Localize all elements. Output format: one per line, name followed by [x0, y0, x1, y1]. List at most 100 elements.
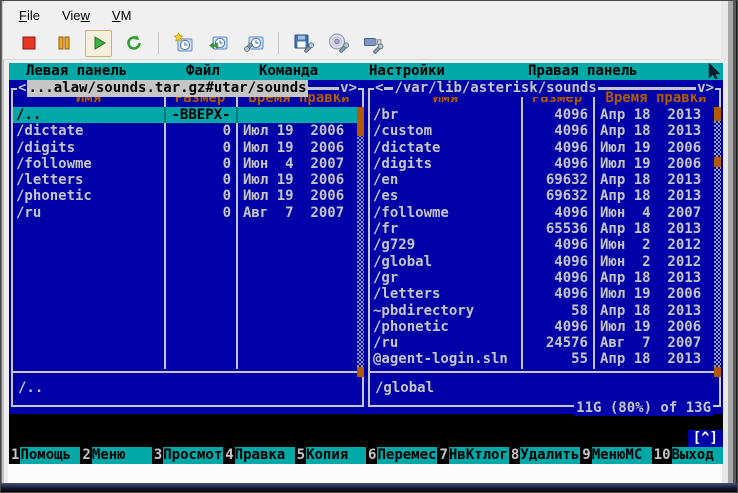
panel-history-dropdown-icon[interactable]: v> — [339, 80, 358, 97]
panel-scroll-indicator[interactable]: [^] — [688, 430, 723, 447]
panel-history-back-icon[interactable]: < — [374, 80, 384, 97]
file-row[interactable]: /en69632Апр 18 2013 — [370, 172, 719, 188]
fkey-8[interactable]: 8Удалить — [509, 447, 580, 464]
file-name: /digits — [13, 140, 164, 156]
scrollbar-thumb[interactable] — [357, 107, 364, 136]
file-size: 4096 — [521, 254, 593, 270]
file-mtime: Апр 18 2013 — [593, 351, 719, 367]
menu-accesskey: F — [19, 8, 27, 23]
play-icon — [90, 34, 108, 52]
disk-usage-label: 11G (80%) of 13G — [574, 400, 713, 416]
file-name: /gr — [370, 270, 521, 286]
menu-label-post: M — [121, 8, 132, 23]
file-mtime: Авг 7 2007 — [236, 205, 362, 221]
file-row[interactable]: /fr65536Апр 18 2013 — [370, 221, 719, 237]
menu-vm[interactable]: VM — [112, 8, 132, 23]
file-row[interactable]: /digits0Июл 19 2006 — [13, 140, 362, 156]
reset-button[interactable] — [120, 30, 147, 57]
fkey-label: Выход — [672, 447, 723, 464]
file-name: /followme — [13, 156, 164, 172]
fkey-9[interactable]: 9МенюМС — [580, 447, 651, 464]
panel-path[interactable]: /var/lib/asterisk/sounds — [393, 80, 597, 97]
fkey-10[interactable]: 10Выход — [652, 447, 723, 464]
mc-menu-item-2[interactable]: Команда — [259, 63, 318, 80]
mc-menu-item-4[interactable]: Правая панель — [528, 63, 638, 80]
menu-file[interactable]: File — [19, 8, 40, 23]
file-mtime: Июл 19 2006 — [236, 140, 362, 156]
fkey-7[interactable]: 7НвКтлог — [437, 447, 508, 464]
take-snapshot-button[interactable] — [170, 30, 197, 57]
mc-menu-item-1[interactable]: Файл — [186, 63, 220, 80]
revert-snapshot-button[interactable] — [205, 30, 232, 57]
panel-scrollbar[interactable] — [357, 107, 364, 369]
file-row[interactable]: /phonetic0Июл 19 2006 — [13, 188, 362, 204]
file-mtime: Июл 19 2006 — [236, 123, 362, 139]
file-row[interactable]: ~pbdirectory58Апр 18 2013 — [370, 303, 719, 319]
file-size: 4096 — [521, 319, 593, 335]
file-row[interactable]: /followme0Июн 4 2007 — [13, 156, 362, 172]
fkey-5[interactable]: 5Копия — [295, 447, 366, 464]
frame-dash — [598, 80, 696, 97]
file-row[interactable]: /g7294096Июн 2 2012 — [370, 237, 719, 253]
file-name: /phonetic — [13, 188, 164, 204]
usb-settings-button[interactable] — [360, 30, 387, 57]
right-panel: </var/lib/asterisk/soundsv>ИмяРазмерВрем… — [366, 80, 723, 407]
file-row[interactable]: /es69632Апр 18 2013 — [370, 188, 719, 204]
file-row[interactable]: /letters4096Июл 19 2006 — [370, 286, 719, 302]
file-mtime: Июл 19 2006 — [593, 140, 719, 156]
file-row[interactable]: /gr4096Апр 18 2013 — [370, 270, 719, 286]
file-row[interactable]: /custom4096Апр 18 2013 — [370, 123, 719, 139]
scrollbar-marker — [714, 157, 721, 167]
file-row[interactable]: /dictate4096Июл 19 2006 — [370, 140, 719, 156]
menu-view[interactable]: View — [62, 8, 90, 23]
file-row[interactable]: /ru0Авг 7 2007 — [13, 205, 362, 221]
menu-label-pre: Vie — [62, 8, 81, 23]
file-row[interactable]: /global4096Июн 2 2012 — [370, 254, 719, 270]
stop-icon — [20, 34, 38, 52]
suspend-button[interactable] — [50, 30, 77, 57]
file-row[interactable]: /..-ВВЕРХ- — [13, 107, 362, 123]
file-mtime: Июл 19 2006 — [236, 188, 362, 204]
power-off-button[interactable] — [15, 30, 42, 57]
file-name: /phonetic — [370, 319, 521, 335]
file-name: /ru — [13, 205, 164, 221]
panel-title: <...alaw/sounds.tar.gz#utar/sounds v> — [17, 80, 358, 97]
file-size: -ВВЕРХ- — [164, 107, 236, 123]
fkey-label: Меню — [92, 447, 152, 464]
file-size: 4096 — [521, 270, 593, 286]
power-on-button[interactable] — [85, 30, 112, 57]
file-row[interactable]: /ru24576Авг 7 2007 — [370, 335, 719, 351]
panel-path[interactable]: ...alaw/sounds.tar.gz#utar/sounds — [27, 80, 307, 97]
file-size: 0 — [164, 205, 236, 221]
snapshot-manager-icon — [243, 32, 265, 54]
snapshot-revert-icon — [208, 32, 230, 54]
mc-menu-item-0[interactable]: Левая панель — [26, 63, 127, 80]
scrollbar-marker — [714, 367, 721, 377]
panel-history-back-icon[interactable]: < — [17, 80, 27, 97]
file-row[interactable]: /letters0Июл 19 2006 — [13, 172, 362, 188]
command-line[interactable]: [root@asterisk tmp]# _ [^] — [9, 430, 723, 447]
fkey-6[interactable]: 6Перемес — [366, 447, 437, 464]
file-name: ~pbdirectory — [370, 303, 521, 319]
panel-scrollbar[interactable] — [714, 107, 721, 369]
fkey-2[interactable]: 2Меню — [80, 447, 151, 464]
cd-settings-button[interactable] — [325, 30, 352, 57]
file-size: 0 — [164, 156, 236, 172]
fkey-4[interactable]: 4Правка — [223, 447, 294, 464]
file-size: 58 — [521, 303, 593, 319]
panel-history-dropdown-icon[interactable]: v> — [696, 80, 715, 97]
file-row[interactable]: /followme4096Июн 4 2007 — [370, 205, 719, 221]
snapshot-manager-button[interactable] — [240, 30, 267, 57]
file-row[interactable]: /phonetic4096Июл 19 2006 — [370, 319, 719, 335]
scrollbar-thumb[interactable] — [714, 107, 721, 121]
file-row[interactable]: @agent-login.sln55Апр 18 2013 — [370, 351, 719, 367]
file-row[interactable]: /br4096Апр 18 2013 — [370, 107, 719, 123]
floppy-settings-button[interactable] — [290, 30, 317, 57]
file-mtime: Апр 18 2013 — [593, 221, 719, 237]
fkey-1[interactable]: 1Помощь — [9, 447, 80, 464]
file-row[interactable]: /dictate0Июл 19 2006 — [13, 123, 362, 139]
fkey-3[interactable]: 3Просмот — [152, 447, 223, 464]
mc-menu-item-3[interactable]: Настройки — [369, 63, 445, 80]
fkey-number: 1 — [9, 447, 20, 464]
file-row[interactable]: /digits4096Июл 19 2006 — [370, 156, 719, 172]
